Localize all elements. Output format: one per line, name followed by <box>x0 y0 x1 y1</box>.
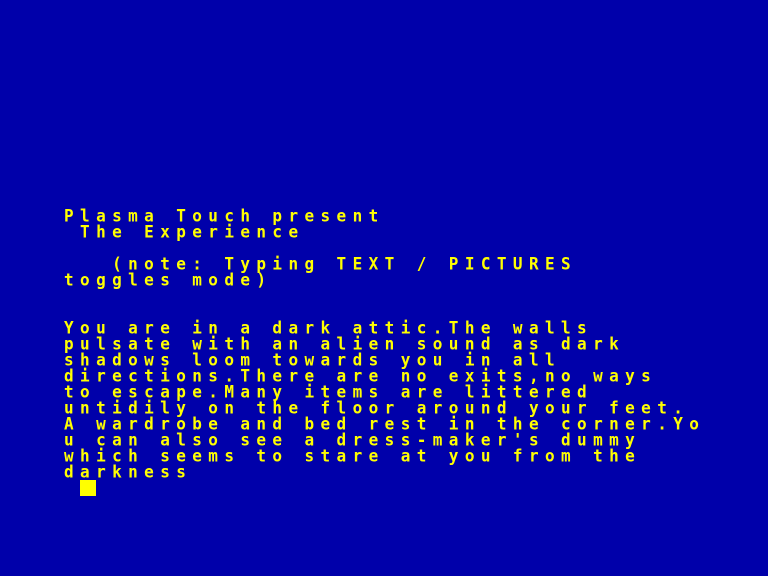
game-screen[interactable]: Plasma Touch present The Experience (not… <box>0 0 768 576</box>
game-title: The Experience <box>64 221 305 242</box>
note-line-2: toggles mode) <box>64 269 273 290</box>
text-input-cursor[interactable] <box>80 480 96 496</box>
description-line: darkness <box>64 461 193 482</box>
